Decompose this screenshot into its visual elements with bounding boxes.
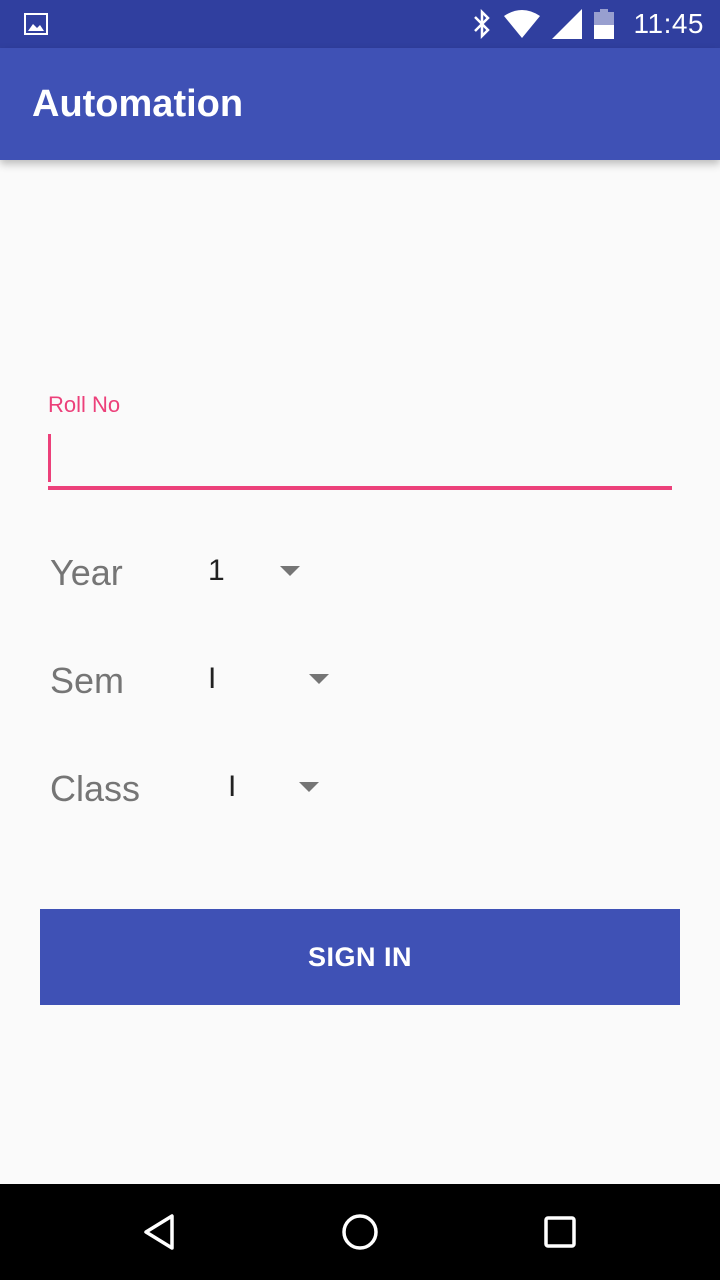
class-spinner[interactable]: I [220,756,340,820]
class-label: Class [50,768,141,809]
home-icon[interactable] [336,1208,384,1256]
roll-no-label: Roll No [48,392,121,417]
battery-icon [593,9,614,39]
signal-icon [551,9,582,39]
roll-no-input[interactable] [48,430,672,490]
image-notification-icon [24,13,48,35]
sem-spinner[interactable]: I [200,648,350,712]
app-title: Automation [32,83,244,125]
back-icon[interactable] [136,1208,184,1256]
chevron-down-icon [309,674,329,684]
navigation-bar [0,1184,720,1280]
recents-icon[interactable] [536,1208,584,1256]
sem-label: Sem [50,660,125,701]
chevron-down-icon [299,782,319,792]
text-cursor [48,434,51,482]
sem-value: I [208,662,217,695]
status-time: 11:45 [633,8,704,39]
status-bar: 11:45 [0,0,720,48]
chevron-down-icon [280,566,300,576]
year-label: Year [50,552,123,593]
wifi-icon [503,10,540,38]
sign-in-button[interactable]: SIGN IN [40,909,680,1005]
bluetooth-icon [473,9,490,39]
class-value: I [228,770,237,803]
app-bar: Automation [0,48,720,160]
year-value: 1 [208,554,225,587]
year-spinner[interactable]: 1 [200,540,320,604]
